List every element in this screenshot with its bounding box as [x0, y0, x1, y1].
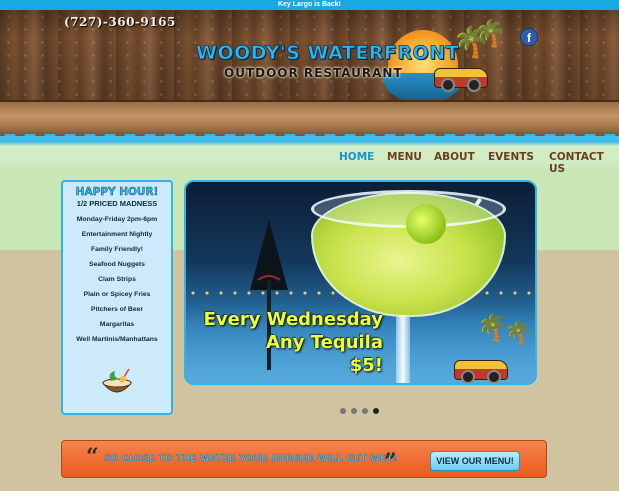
facebook-icon[interactable]: f: [520, 28, 538, 46]
announcement-bar: Key Largo is Back!: [0, 0, 619, 10]
happy-hour-title: HAPPY HOUR!: [75, 186, 159, 199]
cta-banner: “ SO CLOSE TO THE WATER YOUR BURGER WILL…: [61, 440, 547, 478]
list-item: Well Martinis/Manhattans: [76, 336, 158, 343]
nav-item-events[interactable]: EVENTS: [488, 151, 534, 165]
close-quote-icon: ”: [384, 449, 397, 475]
slider-dot-3[interactable]: [362, 408, 368, 414]
slider-dot-1[interactable]: [340, 408, 346, 414]
phone-number[interactable]: (727)-360-9165: [64, 15, 176, 29]
promo-line-1: Every Wednesday: [203, 309, 383, 330]
nav-events-wrap: EVENTS: [488, 151, 534, 165]
slider-dot-4[interactable]: [373, 408, 379, 414]
list-item: Plain or Spicey Fries: [83, 291, 151, 298]
list-item: Clam Strips: [98, 276, 136, 283]
nav-contact-wrap: CONTACT US: [549, 151, 619, 175]
list-item: Entertainment Nightly: [81, 231, 153, 238]
woody-car-icon: [454, 360, 508, 383]
slider-pagination: [340, 408, 379, 414]
list-item: Margaritas: [99, 321, 135, 328]
site-header: (727)-360-9165 🌴 🌴 WOODY'S WATERFRONT OU…: [0, 10, 619, 100]
palm-tree-icon: 🌴: [474, 18, 507, 48]
main-nav: HOME: [339, 151, 374, 165]
slider-dot-2[interactable]: [351, 408, 357, 414]
happy-hour-panel: HAPPY HOUR! 1/2 PRICED MADNESS Monday-Fr…: [61, 180, 173, 415]
view-menu-button[interactable]: VIEW OUR MENU!: [430, 451, 520, 471]
nav-menu-wrap: MENU: [387, 151, 422, 165]
site-logo-title[interactable]: WOODY'S WATERFRONT: [196, 42, 459, 65]
list-item: Family Friendly!: [90, 246, 144, 253]
glass-stem-graphic: [396, 315, 410, 383]
woody-car-icon: [434, 68, 488, 92]
site-logo-subtitle: OUTDOOR RESTAURANT: [224, 66, 403, 80]
happy-hour-subtitle: 1/2 PRICED MADNESS: [76, 199, 158, 208]
nav-about-wrap: ABOUT: [434, 151, 475, 165]
nav-item-menu[interactable]: MENU: [387, 151, 422, 165]
promo-line-3: $5!: [349, 355, 383, 376]
nav-item-about[interactable]: ABOUT: [434, 151, 475, 165]
promo-line-2: Any Tequila: [265, 332, 383, 353]
list-item: Pitchers of Beer: [90, 306, 144, 313]
happy-hour-list: Monday-Friday 2pm-6pm Entertainment Nigh…: [63, 212, 171, 347]
nav-item-home[interactable]: HOME: [339, 151, 374, 165]
coconut-drink-icon: [101, 368, 133, 393]
list-item: Monday-Friday 2pm-6pm: [76, 216, 158, 223]
promo-slider[interactable]: 🌴 🌴 Every Wednesday Any Tequila $5!: [184, 180, 537, 385]
palm-tree-icon: 🌴: [504, 320, 532, 345]
list-item: Seafood Nuggets: [89, 261, 145, 268]
wood-plank-divider: [0, 100, 619, 142]
banner-tagline: SO CLOSE TO THE WATER YOUR BURGER WILL G…: [104, 454, 398, 464]
nav-item-contact-us[interactable]: CONTACT US: [549, 151, 619, 175]
promo-text: Every Wednesday Any Tequila $5!: [204, 308, 383, 377]
lime-icon: [406, 204, 446, 244]
open-quote-icon: “: [86, 444, 99, 470]
